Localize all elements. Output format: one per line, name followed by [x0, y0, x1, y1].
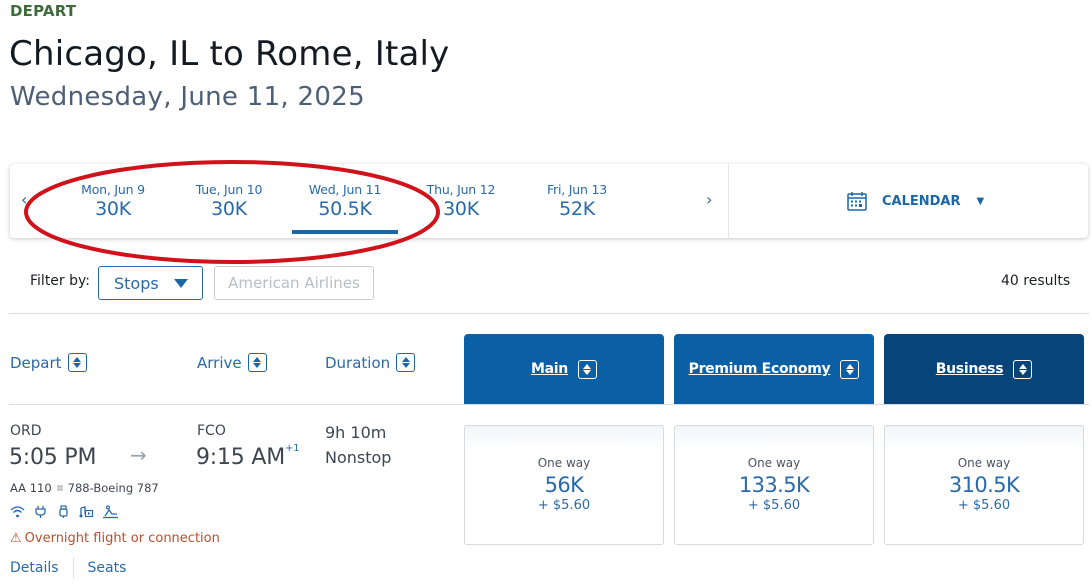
stops-filter-dropdown[interactable]: Stops	[98, 266, 203, 300]
calendar-icon	[847, 192, 867, 211]
origin-airport: ORD	[10, 423, 42, 439]
fare-miles: 133.5K	[738, 473, 810, 497]
cabin-label: Main	[531, 361, 568, 377]
cabin-header-business[interactable]: Business	[884, 334, 1084, 404]
date-option-thu-jun-12[interactable]: Thu, Jun 12 30K	[408, 182, 514, 220]
stops-filter-label: Stops	[114, 273, 159, 293]
flight-duration: 9h 10m	[325, 423, 387, 442]
fare-miles: 310.5K	[948, 473, 1020, 497]
warning-text: Overnight flight or connection	[24, 531, 220, 546]
page-title: Chicago, IL to Rome, Italy	[9, 34, 450, 74]
sort-icon	[247, 353, 267, 372]
date-label: Tue, Jun 10	[195, 182, 263, 197]
depart-label: DEPART	[10, 2, 77, 20]
sort-icon	[577, 359, 597, 379]
results-count: 40 results	[1001, 273, 1071, 289]
depart-time: 5:05 PM	[9, 445, 97, 470]
selected-date-indicator	[292, 230, 398, 234]
cabin-header-premium-economy[interactable]: Premium Economy	[674, 334, 874, 404]
duration-column-label: Duration	[325, 353, 391, 372]
date-price: 52K	[559, 198, 595, 220]
destination-airport: FCO	[197, 423, 226, 439]
fare-miles: 56K	[544, 473, 584, 497]
arrive-time-wrapper: 9:15 AM+1	[196, 443, 300, 470]
divider	[72, 557, 74, 579]
divider	[9, 313, 1089, 314]
aircraft-type: 788-Boeing 787	[67, 481, 159, 495]
fare-main[interactable]: One way 56K + $5.60	[464, 425, 664, 545]
cabin-header-main[interactable]: Main	[464, 334, 664, 404]
trip-type: One way	[957, 456, 1011, 470]
travel-date: Wednesday, June 11, 2025	[10, 82, 365, 112]
date-label: Fri, Jun 13	[546, 182, 608, 197]
sort-icon	[1013, 359, 1033, 379]
stops-value: Nonstop	[325, 448, 392, 467]
airline-filter-button[interactable]: American Airlines	[214, 266, 374, 300]
divider	[728, 164, 729, 238]
date-option-fri-jun-13[interactable]: Fri, Jun 13 52K	[524, 182, 630, 220]
power-outlet-icon	[35, 506, 46, 518]
calendar-button[interactable]: CALENDAR ▼	[846, 190, 984, 212]
sort-depart[interactable]: Depart	[10, 353, 87, 372]
fare-business[interactable]: One way 310.5K + $5.60	[884, 425, 1084, 545]
calendar-label: CALENDAR	[882, 193, 961, 209]
seats-link[interactable]: Seats	[88, 560, 127, 576]
divider	[9, 404, 1089, 405]
sort-duration[interactable]: Duration	[325, 353, 416, 372]
sort-icon	[67, 353, 87, 372]
usb-icon	[59, 505, 68, 518]
fare-fee: + $5.60	[537, 498, 591, 513]
details-link[interactable]: Details	[10, 560, 59, 576]
amenities	[10, 505, 119, 519]
flight-links: Details Seats	[10, 557, 126, 579]
chevron-left-icon[interactable]: ‹	[21, 190, 27, 209]
depart-column-label: Depart	[10, 353, 62, 372]
date-option-tue-jun-10[interactable]: Tue, Jun 10 30K	[176, 182, 282, 220]
sort-icon	[840, 359, 860, 379]
cabin-label: Premium Economy	[688, 361, 831, 377]
date-option-wed-jun-11[interactable]: Wed, Jun 11 50.5K	[292, 182, 398, 234]
arrive-column-label: Arrive	[197, 353, 242, 372]
caret-down-icon	[174, 278, 188, 288]
overnight-warning: ⚠ Overnight flight or connection	[10, 531, 220, 546]
fare-fee: + $5.60	[747, 498, 801, 513]
warning-icon: ⚠	[10, 531, 22, 546]
cabin-label: Business	[935, 361, 1004, 377]
lie-flat-seat-icon	[103, 505, 118, 519]
day-offset: +1	[285, 443, 300, 454]
arrow-right-icon: →	[130, 443, 147, 467]
date-price: 30K	[443, 198, 479, 220]
caret-down-icon: ▼	[976, 195, 985, 207]
filter-label: Filter by:	[30, 273, 90, 289]
fare-fee: + $5.60	[957, 498, 1011, 513]
arrive-time: 9:15 AM	[196, 445, 286, 470]
entertainment-icon	[79, 506, 94, 518]
flight-info: AA 110 788-Boeing 787	[10, 481, 159, 495]
trip-type: One way	[747, 456, 801, 470]
date-selector-strip: ‹ Mon, Jun 9 30K Tue, Jun 10 30K Wed, Ju…	[10, 164, 1088, 238]
wifi-icon	[10, 506, 25, 518]
date-label: Mon, Jun 9	[81, 182, 145, 197]
date-label: Thu, Jun 12	[426, 182, 496, 197]
date-option-mon-jun-9[interactable]: Mon, Jun 9 30K	[60, 182, 166, 220]
date-price: 30K	[211, 198, 247, 220]
flight-number: AA 110	[10, 481, 52, 495]
fare-premium-economy[interactable]: One way 133.5K + $5.60	[674, 425, 874, 545]
trip-type: One way	[537, 456, 591, 470]
sort-icon	[396, 353, 416, 372]
separator	[56, 485, 63, 491]
date-price: 30K	[95, 198, 131, 220]
sort-arrive[interactable]: Arrive	[197, 353, 267, 372]
chevron-right-icon[interactable]: ›	[706, 190, 712, 209]
date-price: 50.5K	[318, 198, 372, 220]
date-label: Wed, Jun 11	[308, 182, 382, 197]
